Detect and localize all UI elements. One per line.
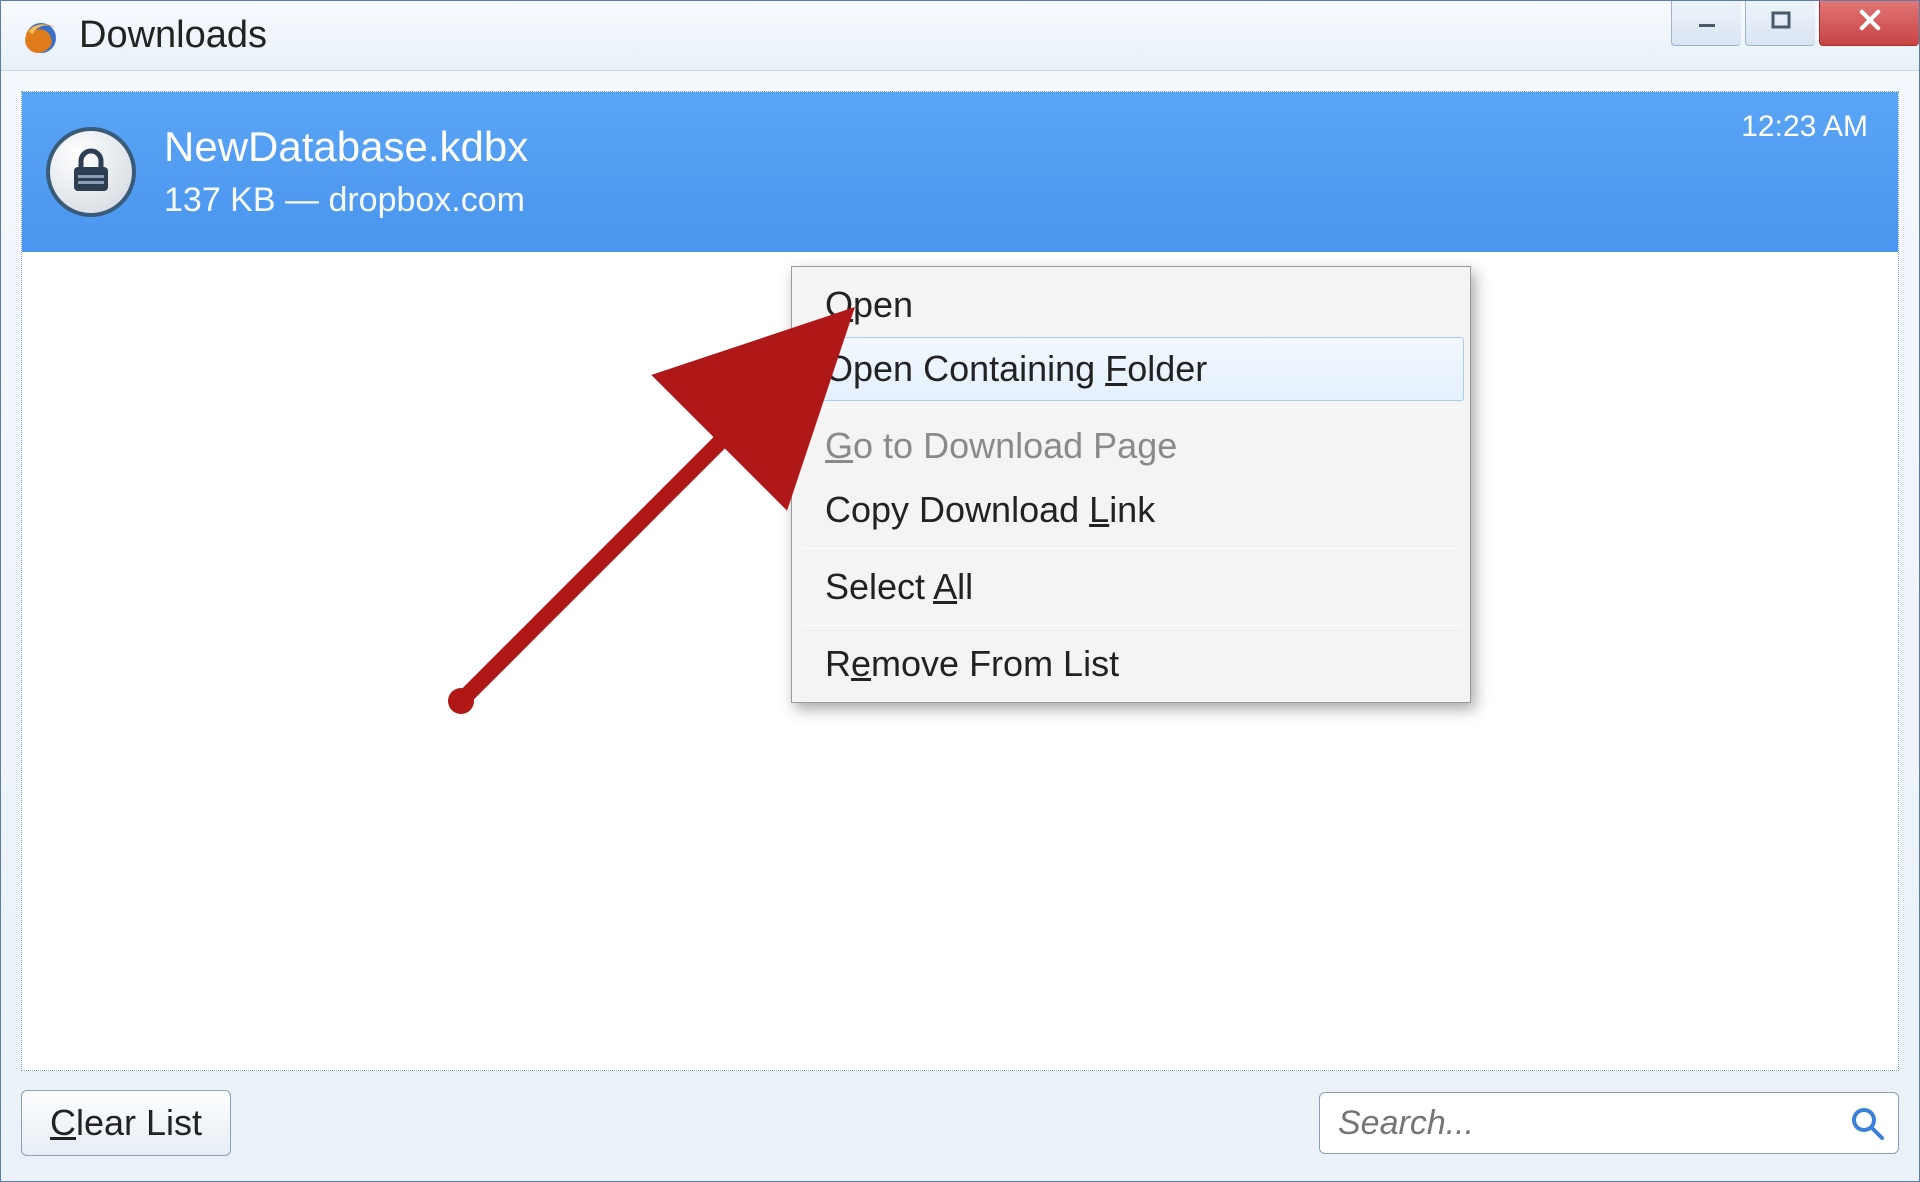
maximize-icon [1769,8,1793,39]
menu-item[interactable]: Open [798,273,1464,337]
maximize-button[interactable] [1745,1,1815,46]
download-source: dropbox.com [328,181,525,219]
menu-separator [802,625,1460,626]
menu-item[interactable]: Select All [798,555,1464,619]
menu-item: Go to Download Page [798,414,1464,478]
search-wrap [1319,1092,1899,1154]
menu-item[interactable]: Remove From List [798,632,1464,696]
close-icon [1856,6,1884,41]
window-title: Downloads [79,14,267,57]
menu-separator [802,407,1460,408]
download-size: 137 KB [164,181,276,219]
bottom-bar: Clear List [21,1083,1899,1163]
titlebar[interactable]: Downloads [1,1,1919,71]
downloads-window: Downloads [0,0,1920,1182]
minimize-icon [1695,8,1719,39]
firefox-icon [21,16,61,56]
close-button[interactable] [1819,1,1919,46]
clear-list-button[interactable]: Clear List [21,1090,231,1156]
download-filename: NewDatabase.kdbx [164,124,1874,170]
search-input[interactable] [1319,1092,1899,1154]
download-item-info: NewDatabase.kdbx 137 KB — dropbox.com [164,124,1874,219]
download-meta: 137 KB — dropbox.com [164,181,1874,220]
download-time: 12:23 AM [1741,110,1868,144]
keepass-file-icon [46,127,136,217]
minimize-button[interactable] [1671,1,1741,46]
context-menu: OpenOpen Containing Folder Go to Download… [791,266,1471,703]
download-item[interactable]: NewDatabase.kdbx 137 KB — dropbox.com 12… [22,92,1898,252]
menu-item[interactable]: Copy Download Link [798,478,1464,542]
window-controls [1667,1,1919,46]
search-icon[interactable] [1849,1105,1885,1141]
menu-separator [802,548,1460,549]
menu-item[interactable]: Open Containing Folder [798,337,1464,401]
